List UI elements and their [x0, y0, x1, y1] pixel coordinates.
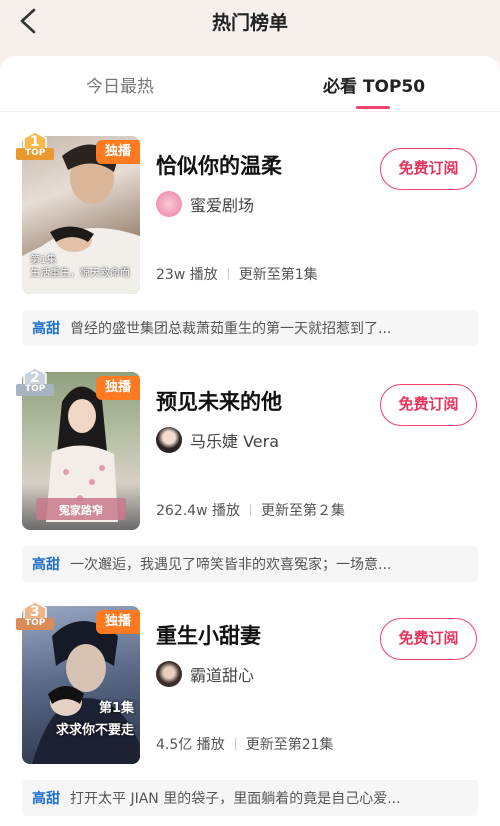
update-status: 更新至第21集	[245, 737, 334, 753]
description-text: 曾经的盛世集团总裁萧茹重生的第一天就招惹到了...	[70, 321, 392, 337]
stats-row: 23w 播放 更新至第1集	[156, 264, 318, 284]
rank-badge-bronze: 3 TOP	[14, 600, 56, 636]
author-name: 霸道甜心	[190, 666, 255, 685]
ranking-item[interactable]: 独播 第1集 求求你不要走 3 TOP 重生小甜妻 霸道甜心 4.5亿 播放 更…	[0, 601, 500, 826]
author-avatar	[156, 191, 182, 217]
view-count: 262.4w 播放	[156, 503, 240, 519]
exclusive-badge: 独播	[96, 376, 140, 400]
rank-tag: TOP	[25, 384, 46, 394]
author-avatar	[156, 427, 182, 453]
description-box[interactable]: 高甜 一次邂逅，我遇见了啼笑皆非的欢喜冤家；一场意...	[22, 546, 478, 582]
rank-badge-gold: 1 TOP	[14, 130, 56, 166]
author-avatar	[156, 661, 182, 687]
description-text: 一次邂逅，我遇见了啼笑皆非的欢喜冤家；一场意...	[70, 557, 392, 573]
divider	[249, 504, 251, 516]
exclusive-badge: 独播	[96, 610, 140, 634]
subscribe-button[interactable]: 免费订阅	[380, 618, 477, 660]
genre-tag: 高甜	[32, 791, 60, 807]
description-box[interactable]: 高甜 曾经的盛世集团总裁萧茹重生的第一天就招惹到了...	[22, 310, 478, 346]
subscribe-button[interactable]: 免费订阅	[380, 148, 477, 190]
rank-badge-silver: 2 TOP	[14, 366, 56, 402]
active-tab-indicator	[356, 106, 390, 109]
ranking-item[interactable]: 独播 第1集 生活重生，惊天救命而 1 TOP 恰似你的温柔 蜜爱剧场 23w …	[0, 131, 500, 372]
drama-title[interactable]: 预见未来的他	[156, 386, 282, 416]
genre-tag: 高甜	[32, 321, 60, 337]
poster-caption: 冤家路窄	[59, 504, 103, 517]
update-status: 更新至第２集	[260, 503, 345, 519]
update-status: 更新至第1集	[238, 267, 318, 283]
author-name: 蜜爱剧场	[190, 196, 255, 215]
divider	[227, 268, 229, 280]
stats-row: 262.4w 播放 更新至第２集	[156, 500, 345, 520]
author[interactable]: 马乐婕 Vera	[156, 426, 279, 454]
ranking-panel: 今日最热 必看 TOP50 独播 第1集 生活重生，惊天救命而 1 TOP 恰似…	[0, 56, 500, 826]
tab-today-hot[interactable]: 今日最热	[86, 72, 154, 97]
page-title: 热门榜单	[211, 12, 288, 34]
view-count: 4.5亿 播放	[156, 737, 225, 753]
description-text: 打开太平 JIAN 里的袋子，里面躺着的竟是自己心爱...	[70, 791, 401, 807]
poster-caption: 第1集 求求你不要走	[55, 701, 134, 738]
tab-bar: 今日最热 必看 TOP50	[0, 56, 500, 112]
view-count: 23w 播放	[156, 267, 218, 283]
top-bar: 热门榜单	[0, 0, 500, 62]
description-box[interactable]: 高甜 打开太平 JIAN 里的袋子，里面躺着的竟是自己心爱...	[22, 780, 478, 816]
divider	[234, 738, 236, 750]
drama-title[interactable]: 重生小甜妻	[156, 620, 261, 650]
rank-tag: TOP	[25, 148, 46, 158]
poster-caption: 第1集 生活重生，惊天救命而	[30, 255, 130, 279]
subscribe-button[interactable]: 免费订阅	[380, 384, 477, 426]
drama-title[interactable]: 恰似你的温柔	[156, 150, 282, 180]
stats-row: 4.5亿 播放 更新至第21集	[156, 734, 334, 754]
author[interactable]: 蜜爱剧场	[156, 190, 254, 218]
author-name: 马乐婕 Vera	[190, 432, 280, 451]
genre-tag: 高甜	[32, 557, 60, 573]
author[interactable]: 霸道甜心	[156, 660, 254, 688]
exclusive-badge: 独播	[96, 140, 140, 164]
ranking-item[interactable]: 独播 冤家路窄 2 TOP 预见未来的他 马乐婕 Vera 262.4w 播放 …	[0, 367, 500, 608]
tab-must-watch-top50[interactable]: 必看 TOP50	[323, 72, 425, 97]
rank-tag: TOP	[25, 618, 46, 628]
